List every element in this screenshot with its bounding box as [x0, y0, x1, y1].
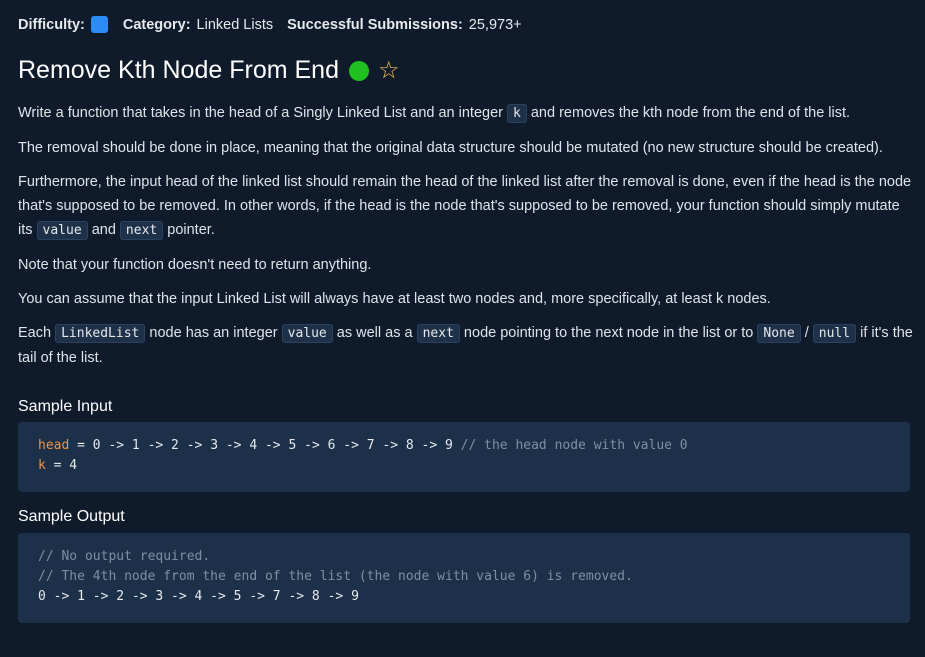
inline-code: LinkedList [55, 324, 146, 343]
submissions-label: Successful Submissions: [287, 16, 463, 33]
completed-status-icon [348, 60, 369, 81]
description-paragraph: Furthermore, the input head of the linke… [18, 170, 913, 243]
code-keyword: head [38, 438, 70, 453]
code-line: head = 0 -> 1 -> 2 -> 3 -> 4 -> 5 -> 6 -… [38, 436, 890, 456]
inline-code: null [812, 324, 857, 343]
problem-description: Write a function that takes in the head … [18, 101, 913, 380]
problem-meta: Difficulty: Category: Linked Lists Succe… [18, 16, 536, 33]
text: Each [18, 325, 56, 341]
category-label: Category: [122, 16, 191, 33]
text: and [87, 222, 120, 238]
difficulty-label: Difficulty: [18, 16, 85, 33]
code-text: = 4 [45, 458, 78, 473]
code-line: k = 4 [38, 456, 890, 476]
description-paragraph: The removal should be done in place, mea… [18, 140, 883, 156]
inline-code: value [281, 324, 333, 343]
code-keyword: k [38, 458, 46, 473]
description-paragraph: Each LinkedList node has an integer valu… [18, 321, 913, 370]
description-paragraph: Note that your function doesn't need to … [18, 257, 372, 273]
description-paragraph: Write a function that takes in the head … [18, 101, 913, 126]
page-title: Remove Kth Node From End [18, 56, 339, 84]
inline-code: value [36, 221, 88, 240]
inline-code: next [119, 221, 164, 240]
sample-input-code: head = 0 -> 1 -> 2 -> 3 -> 4 -> 5 -> 6 -… [18, 422, 910, 492]
code-comment: // the head node with value 0 [460, 438, 688, 453]
text: Write a function that takes in the head … [18, 105, 508, 121]
difficulty-indicator-icon [90, 16, 108, 33]
inline-code: next [416, 324, 460, 343]
code-text: = 0 -> 1 -> 2 -> 3 -> 4 -> 5 -> 6 -> 7 -… [69, 438, 461, 453]
text: and removes the kth node from the end of… [526, 105, 851, 121]
star-icon[interactable]: ☆ [378, 58, 400, 83]
text: node has an integer [145, 325, 282, 341]
code-comment: // The 4th node from the end of the list… [38, 569, 633, 584]
description-paragraph: You can assume that the input Linked Lis… [18, 291, 771, 307]
category-value: Linked Lists [196, 16, 274, 33]
text: pointer. [163, 222, 215, 238]
text: as well as a [332, 325, 417, 341]
inline-code: None [757, 324, 801, 343]
sample-output-heading: Sample Output [18, 508, 125, 525]
code-text: 0 -> 1 -> 2 -> 3 -> 4 -> 5 -> 7 -> 8 -> … [38, 589, 359, 604]
sample-output-code: // No output required. // The 4th node f… [18, 533, 910, 623]
text: / [800, 325, 813, 341]
code-comment: // No output required. [38, 549, 211, 564]
title-row: Remove Kth Node From End ☆ [18, 56, 400, 85]
submissions-value: 25,973+ [468, 16, 522, 33]
inline-code: k [507, 104, 527, 123]
sample-input-heading: Sample Input [18, 398, 113, 415]
text: node pointing to the next node in the li… [459, 325, 758, 341]
problem-page: Difficulty: Category: Linked Lists Succe… [0, 0, 925, 657]
